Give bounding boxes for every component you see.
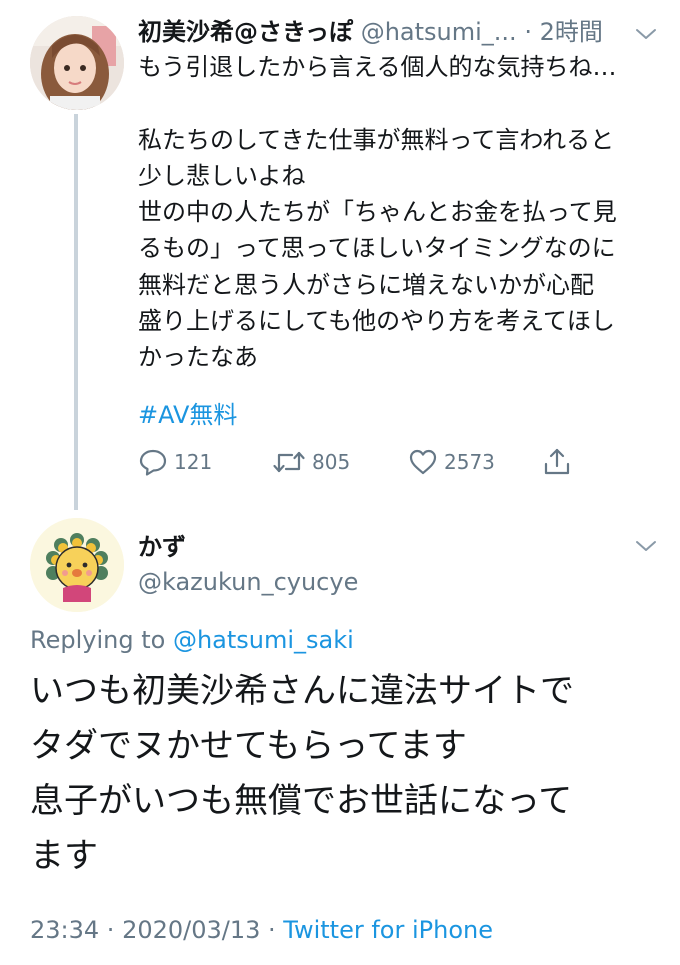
- reply-button[interactable]: 121: [138, 444, 212, 480]
- replying-to-line: Replying to @hatsumi_saki: [30, 622, 354, 658]
- tweet-header: 初美沙希@さきっぽ @hatsumi_... · 2時間: [138, 14, 628, 50]
- user-handle[interactable]: @kazukun_cyucye: [138, 565, 358, 599]
- avatar[interactable]: [30, 518, 124, 612]
- display-name[interactable]: 初美沙希@さきっぽ: [138, 18, 353, 46]
- reply-text-line: いつも初美沙希さんに違法サイトで: [30, 671, 574, 711]
- reply-text-line: タダでヌかせてもらってます: [30, 726, 467, 766]
- tweet-time[interactable]: 2時間: [540, 18, 603, 46]
- tweet-text-line: 少し悲しいよね: [138, 161, 306, 190]
- retweet-count: 805: [312, 450, 351, 474]
- tweet-text-line: [138, 85, 658, 121]
- tweet-text-line: 無料だと思う人がさらに増えないかが心配: [138, 270, 594, 299]
- reply-text-line: ます: [30, 836, 98, 876]
- share-icon: [544, 448, 570, 475]
- hashtag-link[interactable]: #AV無料: [138, 397, 237, 433]
- retweet-button[interactable]: 805: [272, 444, 350, 480]
- replying-to-label: Replying to: [30, 626, 173, 654]
- display-name[interactable]: かず: [138, 530, 186, 564]
- reply-text: いつも初美沙希さんに違法サイトで タダでヌかせてもらってます 息子がいつも無償で…: [30, 664, 670, 884]
- tweet-text-line: 私たちのしてきた仕事が無料って言われると: [138, 125, 615, 154]
- tweet-text-line: かったなあ: [138, 343, 258, 372]
- avatar[interactable]: [30, 16, 124, 110]
- chevron-down-icon[interactable]: [634, 538, 658, 554]
- reply-count: 121: [174, 450, 213, 474]
- cartoon-mascot-icon: [30, 518, 124, 612]
- share-button[interactable]: [542, 444, 572, 480]
- tweet-text: もう引退したから言える個人的な気持ちね… 私たちのしてきた仕事が無料って言われる…: [138, 49, 658, 376]
- tweet-action-bar: 121 805 2573: [138, 444, 578, 480]
- meta-separator: ·: [260, 916, 284, 944]
- source-link[interactable]: Twitter for iPhone: [283, 916, 493, 944]
- replying-to-handle-link[interactable]: @hatsumi_saki: [173, 626, 354, 654]
- thread-connector-line: [74, 114, 78, 510]
- retweet-icon: [273, 451, 305, 473]
- meta-separator: ·: [99, 916, 123, 944]
- tweet-date[interactable]: 2020/03/13: [122, 916, 260, 944]
- tweet-text-line: 世の中の人たちが「ちゃんとお金を払って見: [138, 198, 617, 227]
- user-handle[interactable]: @hatsumi_...: [361, 18, 517, 46]
- chevron-down-icon[interactable]: [634, 26, 658, 42]
- tweet-text-line: るもの」って思ってほしいタイミングなのに: [138, 234, 616, 263]
- reply-text-line: 息子がいつも無償でお世話になって: [30, 781, 573, 821]
- like-count: 2573: [444, 450, 495, 474]
- profile-photo-icon: [30, 16, 124, 110]
- tweet-timestamp[interactable]: 23:34: [30, 916, 99, 944]
- like-button[interactable]: 2573: [408, 444, 495, 480]
- tweet-meta: 23:34 · 2020/03/13 · Twitter for iPhone: [30, 912, 493, 948]
- separator-dot: ·: [524, 18, 532, 46]
- heart-icon: [409, 449, 437, 475]
- reply-icon: [139, 449, 167, 476]
- tweet-text-line: もう引退したから言える個人的な気持ちね…: [138, 53, 617, 81]
- tweet-text-line: 盛り上げるにしても他のやり方を考えてほし: [138, 307, 615, 336]
